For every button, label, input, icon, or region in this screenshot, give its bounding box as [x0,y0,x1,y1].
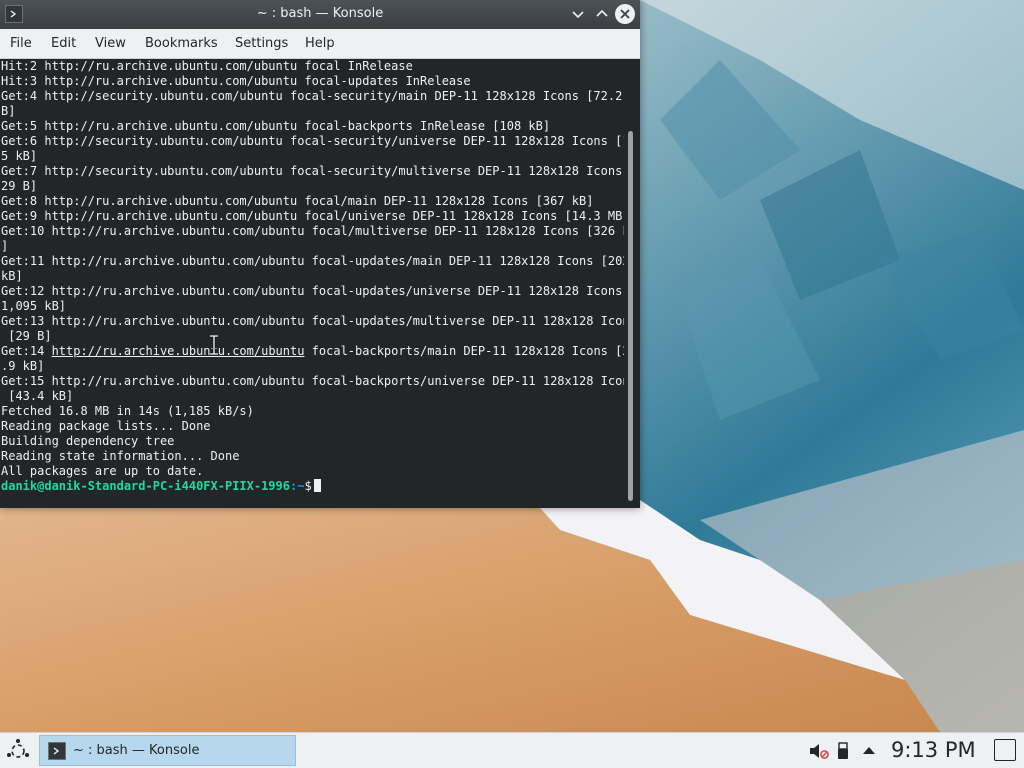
terminal-line: 29 B] [1,179,38,193]
menu-help[interactable]: Help [305,36,335,51]
terminal-line: Fetched 16.8 MB in 14s (1,185 kB/s) [1,404,254,418]
text-cursor [313,479,321,492]
maximize-button[interactable] [592,4,612,24]
menu-file[interactable]: File [10,36,32,51]
minimize-button[interactable] [568,4,588,24]
prompt-symbol: $ [304,479,312,493]
removable-device-icon[interactable] [837,742,849,760]
terminal-icon [48,742,66,760]
expand-tray-icon[interactable] [862,742,876,760]
window-title: ~ : bash — Konsole [256,6,384,21]
command-prompt[interactable]: danik@danik-Standard-PC-i440FX-PIIX-1996… [0,479,624,494]
terminal-line: Get:4 http://security.ubuntu.com/ubuntu … [1,89,624,103]
chevron-down-icon [572,11,584,19]
menu-settings[interactable]: Settings [235,36,288,51]
terminal-line: 1,095 kB] [1,299,67,313]
clock[interactable]: 9:13 PM [891,738,976,762]
terminal-line: Get:10 http://ru.archive.ubuntu.com/ubun… [1,224,624,238]
close-button[interactable] [615,4,635,24]
terminal-line-prefix: Get:14 [1,344,52,358]
terminal-line: Get:14 http://ru.archive.ubuntu.com/ubun… [0,344,624,359]
terminal-line: Get:11 http://ru.archive.ubuntu.com/ubun… [1,254,624,268]
terminal-line: Get:12 http://ru.archive.ubuntu.com/ubun… [1,284,624,298]
terminal-line: Get:13 http://ru.archive.ubuntu.com/ubun… [1,314,624,328]
prompt-path: :~ [289,479,305,493]
terminal-line: .9 kB] [1,359,45,373]
terminal-output[interactable]: Hit:2 http://ru.archive.ubuntu.com/ubunt… [0,59,624,508]
terminal-line-suffix: focal-backports/main DEP-11 128x128 Icon… [304,344,624,358]
kde-launcher-icon [7,739,29,758]
application-launcher-button[interactable] [4,738,32,764]
terminal-line: Get:5 http://ru.archive.ubuntu.com/ubunt… [1,119,551,133]
terminal-line: Hit:2 http://ru.archive.ubuntu.com/ubunt… [1,59,413,73]
terminal-line: Get:15 http://ru.archive.ubuntu.com/ubun… [1,374,624,388]
menu-bar: File Edit View Bookmarks Settings Help [0,29,640,59]
terminal-line: [29 B] [1,329,52,343]
task-konsole[interactable]: ~ : bash — Konsole [39,735,296,766]
terminal-line: 5 kB] [1,149,38,163]
terminal-line: Building dependency tree [1,434,175,448]
terminal-line: Reading state information... Done [1,449,240,463]
menu-view[interactable]: View [95,36,126,51]
terminal-line: Get:7 http://security.ubuntu.com/ubuntu … [1,164,624,178]
show-desktop-button[interactable] [994,739,1016,761]
menu-bookmarks[interactable]: Bookmarks [145,36,218,51]
scrollbar-thumb[interactable] [628,131,633,501]
terminal-line: B] [1,104,16,118]
hovered-url-link[interactable]: http://ru.archive.ubuntu.com/ubuntu [52,344,305,358]
terminal-line: kB] [1,269,23,283]
terminal-line: Get:6 http://security.ubuntu.com/ubuntu … [1,134,624,148]
task-label: ~ : bash — Konsole [73,743,200,758]
taskbar: ~ : bash — Konsole 9:13 PM [0,732,1024,768]
chevron-up-icon [596,9,608,17]
terminal-line: [43.4 kB] [1,389,74,403]
terminal-line: Reading package lists... Done [1,419,211,433]
konsole-window[interactable]: ~ : bash — Konsole File Edit View Bookma… [0,0,640,508]
prompt-user-host: danik@danik-Standard-PC-i440FX-PIIX-1996 [1,479,290,493]
terminal-line: Get:8 http://ru.archive.ubuntu.com/ubunt… [1,194,594,208]
terminal-line: ] [1,239,9,253]
terminal-scrollbar[interactable] [624,59,640,508]
ibeam-cursor-icon [210,335,218,355]
window-titlebar[interactable]: ~ : bash — Konsole [0,0,640,29]
menu-edit[interactable]: Edit [51,36,76,51]
terminal-line: Hit:3 http://ru.archive.ubuntu.com/ubunt… [1,74,471,88]
close-icon [620,9,630,19]
volume-muted-icon[interactable] [808,742,830,760]
terminal-line: All packages are up to date. [1,464,204,478]
terminal-line: Get:9 http://ru.archive.ubuntu.com/ubunt… [1,209,624,223]
